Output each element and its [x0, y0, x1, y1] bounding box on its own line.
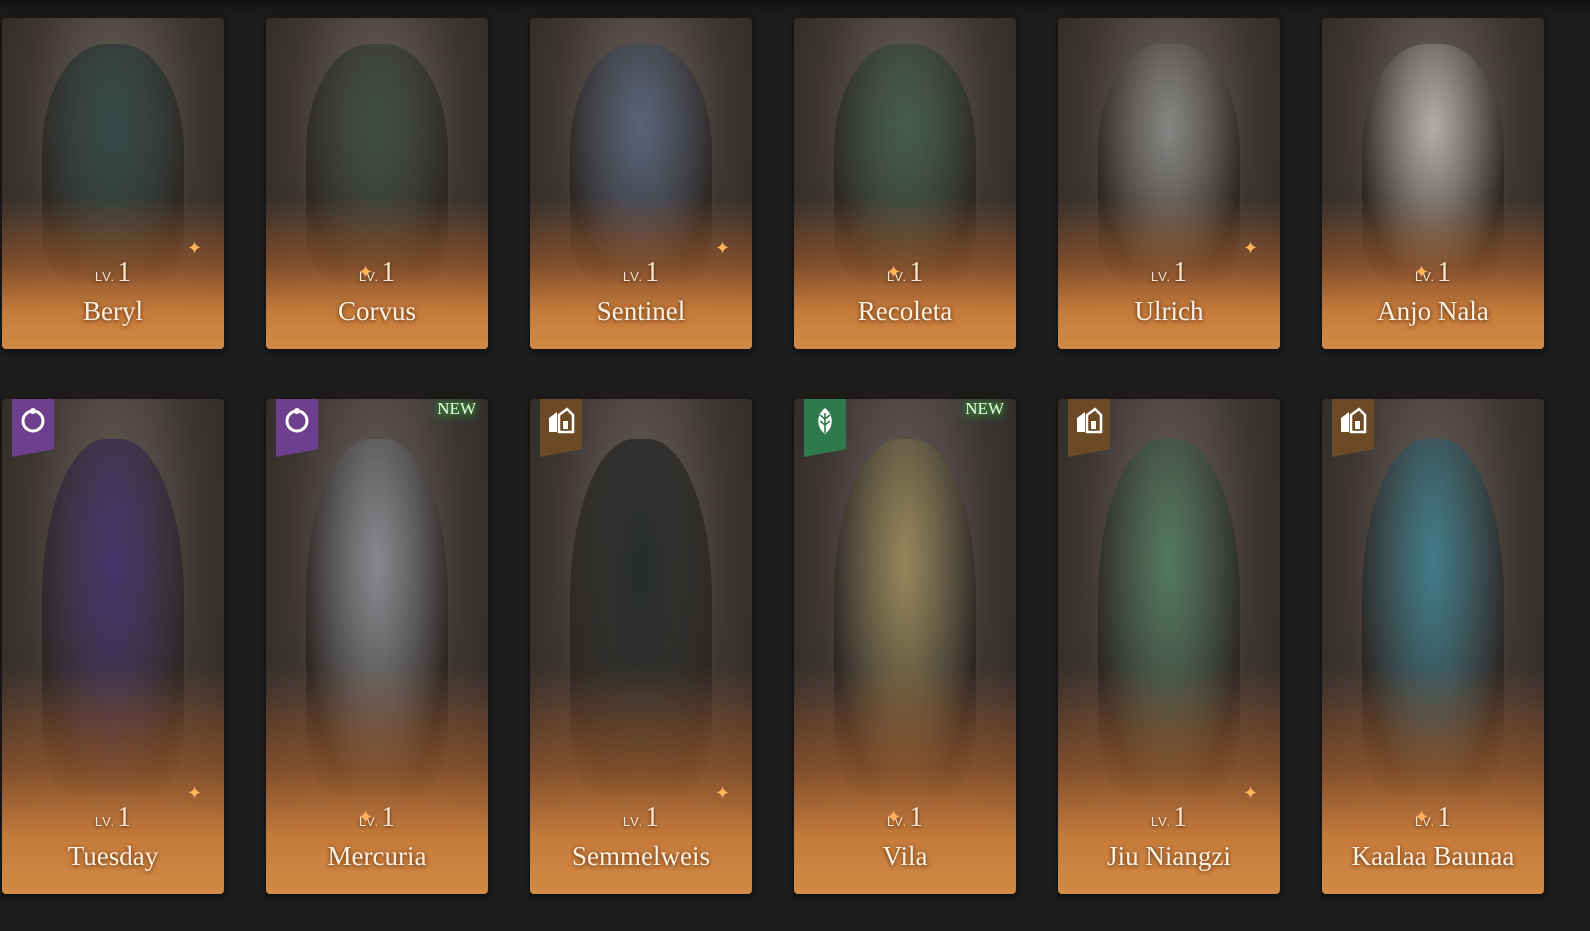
character-name: Kaalaa Baunaa	[1351, 841, 1515, 871]
character-name: Beryl	[83, 296, 143, 326]
level-label: LV.1	[794, 257, 1016, 289]
character-name: Vila	[882, 841, 928, 871]
character-card-semmelweis[interactable]: LV.1 Semmelweis ✦	[530, 399, 752, 894]
sparkle-icon: ✦	[715, 783, 731, 804]
character-card-recoleta[interactable]: LV.1 Recoleta ✦	[794, 18, 1016, 349]
character-card-beryl[interactable]: LV.1 Beryl ✦	[2, 18, 224, 349]
sparkle-icon: ✦	[187, 238, 203, 259]
sparkle-icon: ✦	[187, 783, 203, 804]
class-tag	[540, 399, 582, 457]
level-value: 1	[117, 802, 132, 833]
new-badge: NEW	[437, 399, 476, 418]
level-prefix: LV.	[1150, 814, 1172, 829]
level-value: 1	[1437, 257, 1452, 288]
level-label: LV.1	[2, 257, 224, 289]
character-name: Sentinel	[596, 296, 686, 326]
character-card-corvus[interactable]: LV.1 Corvus ✦	[266, 18, 488, 349]
class-tag	[1068, 399, 1110, 457]
character-name: Recoleta	[857, 296, 953, 326]
class-tag	[12, 399, 54, 457]
sparkle-icon: ✦	[715, 238, 731, 259]
level-value: 1	[381, 802, 396, 833]
sparkle-icon: ✦	[1414, 807, 1430, 828]
character-card-mercuria[interactable]: LV.1 Mercuria ✦ NEW	[266, 399, 488, 894]
character-name: Corvus	[337, 296, 416, 326]
level-value: 1	[1437, 802, 1452, 833]
level-label: LV.1	[1058, 802, 1280, 834]
level-value: 1	[909, 257, 924, 288]
level-prefix: LV.	[94, 814, 116, 829]
character-card-sentinel[interactable]: LV.1 Sentinel ✦	[530, 18, 752, 349]
sparkle-icon: ✦	[886, 262, 902, 283]
level-value: 1	[1173, 802, 1188, 833]
class-tag	[276, 399, 318, 457]
level-value: 1	[645, 257, 660, 288]
level-value: 1	[381, 257, 396, 288]
level-prefix: LV.	[622, 269, 644, 284]
new-badge: NEW	[965, 399, 1004, 418]
level-value: 1	[1173, 257, 1188, 288]
character-card-jiu-niangzi[interactable]: LV.1 Jiu Niangzi ✦	[1058, 399, 1280, 894]
level-label: LV.1	[530, 802, 752, 834]
level-label: LV.1	[266, 802, 488, 834]
level-label: LV.1	[1322, 257, 1544, 289]
character-name: Mercuria	[327, 841, 427, 871]
sparkle-icon: ✦	[886, 807, 902, 828]
level-label: LV.1	[530, 257, 752, 289]
class-tag	[804, 399, 846, 457]
level-value: 1	[117, 257, 132, 288]
character-grid: LV.1 Beryl ✦ LV.1 Corvus ✦ LV.1 Sentinel ✦ LV.1 Re…	[0, 0, 1590, 931]
level-label: LV.1	[794, 802, 1016, 834]
character-name: Jiu Niangzi	[1107, 841, 1231, 871]
class-tag	[1332, 399, 1374, 457]
character-card-tuesday[interactable]: LV.1 Tuesday ✦	[2, 399, 224, 894]
level-value: 1	[645, 802, 660, 833]
sparkle-icon: ✦	[358, 262, 374, 283]
character-name: Ulrich	[1134, 296, 1204, 326]
character-card-vila[interactable]: LV.1 Vila ✦ NEW	[794, 399, 1016, 894]
character-card-anjo-nala[interactable]: LV.1 Anjo Nala ✦	[1322, 18, 1544, 349]
level-prefix: LV.	[1150, 269, 1172, 284]
sparkle-icon: ✦	[1243, 783, 1259, 804]
level-label: LV.1	[2, 802, 224, 834]
sparkle-icon: ✦	[1414, 262, 1430, 283]
level-label: LV.1	[1058, 257, 1280, 289]
level-prefix: LV.	[94, 269, 116, 284]
level-value: 1	[909, 802, 924, 833]
character-card-ulrich[interactable]: LV.1 Ulrich ✦	[1058, 18, 1280, 349]
character-name: Anjo Nala	[1377, 296, 1489, 326]
level-label: LV.1	[1322, 802, 1544, 834]
character-card-kaalaa-baunaa[interactable]: LV.1 Kaalaa Baunaa ✦	[1322, 399, 1544, 894]
character-name: Tuesday	[67, 841, 159, 871]
sparkle-icon: ✦	[358, 807, 374, 828]
sparkle-icon: ✦	[1243, 238, 1259, 259]
level-prefix: LV.	[622, 814, 644, 829]
level-label: LV.1	[266, 257, 488, 289]
character-name: Semmelweis	[572, 841, 710, 871]
